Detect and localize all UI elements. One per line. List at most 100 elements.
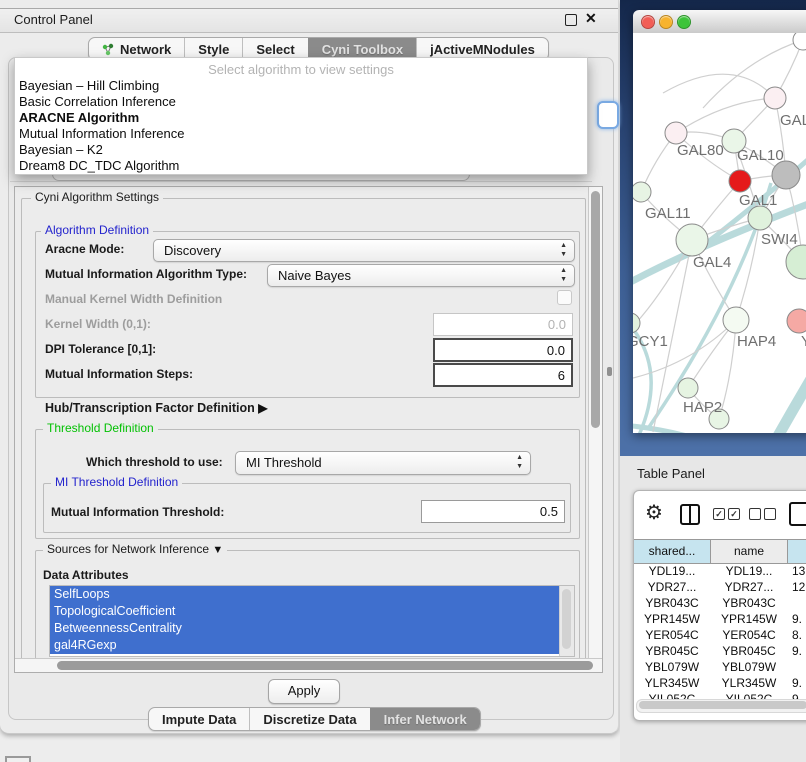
close-light[interactable] — [641, 15, 655, 29]
scrollbar-thumb[interactable] — [562, 589, 571, 649]
network-node[interactable] — [793, 33, 806, 50]
zoom-light[interactable] — [677, 15, 691, 29]
network-node[interactable] — [786, 245, 806, 279]
aracne-mode-value: Discovery — [164, 243, 221, 258]
algorithm-option[interactable]: Dream8 DC_TDC Algorithm — [19, 158, 587, 174]
collapsed-arrow-icon[interactable]: ▶ — [258, 401, 267, 415]
attribute-item[interactable]: TopologicalCoefficient — [50, 603, 560, 620]
tab-label: jActiveMNodules — [430, 42, 535, 57]
column-header[interactable]: shared... — [634, 540, 711, 564]
network-view-window[interactable]: GALGAL80GAL10GAL1GAL11SWI4GAL4GCY1HAP4YH… — [633, 10, 806, 433]
data-attributes-label: Data Attributes — [43, 568, 129, 582]
table-row[interactable]: YBR045CYBR045C9. — [634, 643, 806, 659]
attribute-item[interactable]: BetweennessCentrality — [50, 620, 560, 637]
table-cell: YBR045C — [711, 643, 787, 659]
sources-title[interactable]: Sources for Network Inference ▼ — [43, 543, 227, 557]
table-cell: YER054C — [711, 627, 787, 643]
table-row[interactable]: YDR27...YDR27...12 — [634, 579, 806, 595]
mi-steps-field[interactable]: 6 — [433, 363, 573, 387]
tab-label: Discretize Data — [263, 712, 356, 727]
split-columns-icon[interactable] — [680, 504, 700, 525]
tab-discretize-data[interactable]: Discretize Data — [249, 708, 369, 730]
algorithm-option[interactable]: Mutual Information Inference — [19, 126, 587, 142]
table-cell: YBR043C — [711, 595, 787, 611]
kernel-width-field[interactable]: 0.0 — [433, 313, 573, 336]
network-canvas[interactable]: GALGAL80GAL10GAL1GAL11SWI4GAL4GCY1HAP4YH… — [633, 33, 806, 433]
settings-gear-icon[interactable]: ⚙ — [645, 503, 663, 523]
float-panel-icon[interactable] — [565, 14, 577, 26]
network-node-gal[interactable] — [764, 87, 786, 109]
minimize-light[interactable] — [659, 15, 673, 29]
algorithm-dropdown: Select algorithm to view settings Bayesi… — [14, 57, 588, 175]
new-table-icon[interactable] — [789, 502, 806, 526]
table-cell: YBL079W — [711, 659, 787, 675]
attributes-scrollbar[interactable] — [559, 586, 574, 656]
attribute-item[interactable]: SelfLoops — [50, 586, 560, 603]
network-node-swi4[interactable] — [748, 206, 772, 230]
settings-horizontal-scrollbar[interactable] — [15, 658, 602, 673]
select-all-icon[interactable]: ✓ — [713, 508, 725, 520]
table-row[interactable]: YER054CYER054C8. — [634, 627, 806, 643]
algorithm-option[interactable]: Basic Correlation Inference — [19, 94, 587, 110]
scrollbar-thumb[interactable] — [639, 701, 806, 709]
settings-scrollpane: Cyni Algorithm Settings Algorithm Defini… — [14, 186, 603, 673]
tab-label: Select — [256, 42, 294, 57]
node-label: GAL — [780, 112, 806, 129]
network-node-gal1[interactable] — [729, 170, 751, 192]
cyni-algorithm-settings-title: Cyni Algorithm Settings — [31, 191, 163, 204]
split-divider-handle[interactable] — [607, 367, 612, 376]
attribute-item[interactable]: gal4RGexp — [50, 637, 560, 654]
mi-threshold-field[interactable]: 0.5 — [421, 500, 565, 523]
node-label: GAL80 — [677, 142, 724, 159]
select-all-icon[interactable]: ✓ — [728, 508, 740, 520]
hub-section-label[interactable]: Hub/Transcription Factor Definition ▶ — [45, 401, 267, 415]
table-row[interactable]: YBL079WYBL079W — [634, 659, 806, 675]
dpi-tolerance-field[interactable]: 0.0 — [433, 338, 573, 362]
network-node[interactable] — [772, 161, 800, 189]
scrollbar-thumb[interactable] — [57, 661, 593, 670]
network-node-gal4[interactable] — [676, 224, 708, 256]
scrollbar-thumb[interactable] — [591, 191, 600, 428]
inference-algorithm-combobox-fragment[interactable] — [597, 101, 619, 129]
node-label: GAL11 — [645, 205, 691, 222]
network-window-titlebar[interactable] — [633, 10, 806, 34]
network-node-gcy1[interactable] — [633, 313, 640, 333]
table-cell — [792, 659, 806, 675]
algorithm-option[interactable]: Bayesian – K2 — [19, 142, 587, 158]
apply-button[interactable]: Apply — [268, 679, 340, 704]
aracne-mode-label: Aracne Mode: — [45, 242, 124, 256]
algorithm-option[interactable]: ARACNE Algorithm — [19, 110, 587, 126]
algorithm-option[interactable]: Bayesian – Hill Climbing — [19, 78, 587, 94]
close-icon[interactable]: ✕ — [585, 10, 597, 27]
manual-kernel-label: Manual Kernel Width Definition — [45, 292, 222, 306]
column-header[interactable]: name — [711, 540, 788, 564]
deselect-all-icon[interactable] — [749, 508, 761, 520]
network-node-gal80[interactable] — [665, 122, 687, 144]
tab-infer-network[interactable]: Infer Network — [370, 708, 480, 730]
network-node-hap4[interactable] — [723, 307, 749, 333]
which-threshold-combobox[interactable]: MI Threshold ▲▼ — [235, 451, 531, 475]
table-horizontal-scrollbar[interactable] — [636, 699, 806, 713]
node-label: Y — [801, 333, 806, 350]
tab-impute-data[interactable]: Impute Data — [149, 708, 249, 730]
screen: Control Panel ✕ NetworkStyleSelectCyni T… — [0, 0, 806, 762]
table-row[interactable]: YBR043CYBR043C — [634, 595, 806, 611]
column-header[interactable]: A — [788, 540, 806, 564]
manual-kernel-checkbox[interactable] — [557, 290, 572, 305]
data-attributes-list[interactable]: SelfLoopsTopologicalCoefficientBetweenne… — [49, 585, 575, 657]
which-threshold-label: Which threshold to use: — [86, 455, 223, 469]
network-node-y[interactable] — [787, 309, 806, 333]
table-row[interactable]: YDL19...YDL19...13 — [634, 563, 806, 579]
network-node-gal11[interactable] — [633, 182, 651, 202]
table-cell: 12 — [792, 579, 806, 595]
table-row[interactable]: YLR345WYLR345W9. — [634, 675, 806, 691]
aracne-mode-combobox[interactable]: Discovery ▲▼ — [153, 239, 575, 262]
bottom-left-partial-icon[interactable] — [5, 756, 31, 762]
deselect-all-icon[interactable] — [764, 508, 776, 520]
table-header: shared...nameA — [634, 539, 806, 564]
mi-type-combobox[interactable]: Naive Bayes ▲▼ — [267, 264, 575, 287]
expanded-arrow-icon[interactable]: ▼ — [212, 544, 223, 556]
settings-vertical-scrollbar[interactable] — [588, 187, 603, 658]
table-row[interactable]: YPR145WYPR145W9. — [634, 611, 806, 627]
network-node-hap2[interactable] — [678, 378, 698, 398]
